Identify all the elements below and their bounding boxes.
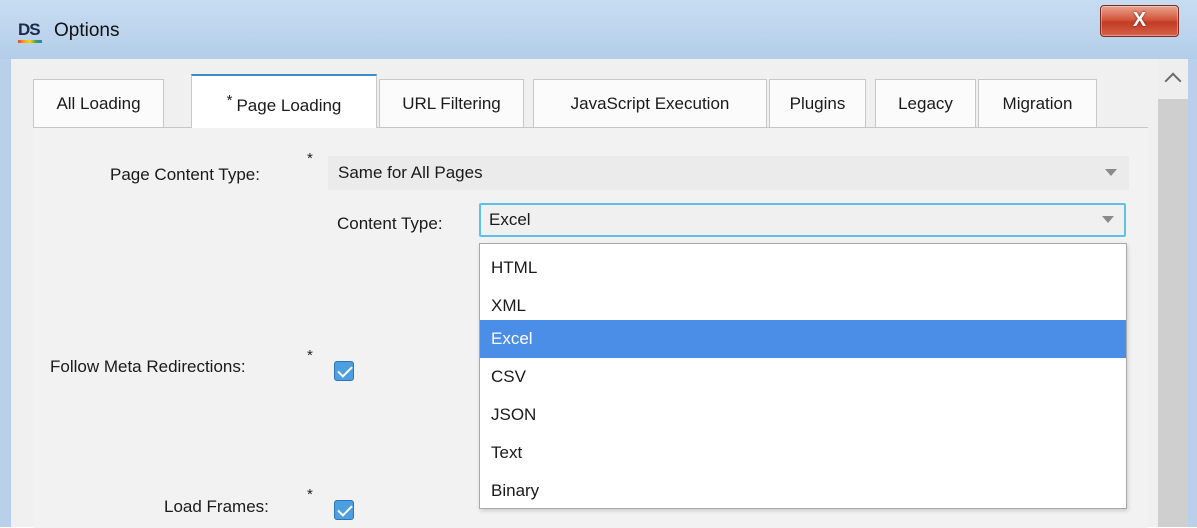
content-type-label: Content Type: bbox=[337, 214, 443, 233]
page-content-type-label: Page Content Type: bbox=[110, 165, 260, 184]
required-marker: * bbox=[307, 347, 313, 364]
close-icon: X bbox=[1132, 9, 1147, 31]
tab-all-loading[interactable]: All Loading bbox=[33, 79, 164, 127]
dropdown-option-excel[interactable]: Excel bbox=[480, 320, 1126, 358]
chevron-up-icon bbox=[1164, 72, 1182, 90]
window-frame-left bbox=[0, 59, 11, 527]
tab-label: Plugins bbox=[789, 94, 846, 113]
page-content-type-select[interactable]: Same for All Pages bbox=[328, 156, 1129, 190]
checkmark-icon bbox=[337, 501, 353, 517]
ds-logo-icon: DS bbox=[18, 21, 44, 43]
required-marker: * bbox=[307, 486, 313, 503]
tab-migration[interactable]: Migration bbox=[978, 79, 1097, 127]
tab-label: Migration bbox=[1002, 94, 1073, 113]
scrollbar-thumb[interactable] bbox=[1158, 99, 1188, 527]
tab-label: Page Loading bbox=[236, 96, 342, 115]
tab-url-filtering[interactable]: URL Filtering bbox=[379, 79, 524, 127]
tab-label: All Loading bbox=[56, 94, 141, 113]
tab-plugins[interactable]: Plugins bbox=[769, 79, 866, 127]
dropdown-option-json[interactable]: JSON bbox=[480, 396, 1126, 434]
dropdown-option-csv[interactable]: CSV bbox=[480, 358, 1126, 396]
logo-text: DS bbox=[18, 20, 41, 39]
tab-label: URL Filtering bbox=[402, 94, 501, 113]
follow-meta-redirections-checkbox[interactable] bbox=[334, 361, 354, 381]
close-button[interactable]: X bbox=[1100, 5, 1179, 37]
tab-legacy[interactable]: Legacy bbox=[875, 79, 976, 127]
vertical-scrollbar[interactable] bbox=[1158, 59, 1188, 527]
checkmark-icon bbox=[337, 362, 353, 378]
tab-page-loading[interactable]: * Page Loading bbox=[191, 74, 377, 128]
window-frame-right bbox=[1188, 59, 1197, 527]
chevron-down-icon bbox=[1102, 216, 1114, 223]
dropdown-option-binary[interactable]: Binary bbox=[480, 472, 1126, 510]
title-bar: DS Options X bbox=[0, 0, 1197, 59]
tab-label: Legacy bbox=[898, 94, 953, 113]
load-frames-label: Load Frames: bbox=[164, 497, 269, 516]
scroll-up-button[interactable] bbox=[1158, 59, 1188, 99]
content-type-dropdown-list: HTML XML Excel CSV JSON Text Binary bbox=[479, 243, 1127, 509]
modified-marker: * bbox=[226, 92, 233, 109]
tab-javascript-execution[interactable]: JavaScript Execution bbox=[533, 79, 767, 127]
content-type-value: Excel bbox=[489, 210, 531, 229]
required-marker: * bbox=[307, 150, 313, 167]
page-content-type-value: Same for All Pages bbox=[338, 163, 483, 182]
dropdown-option-html[interactable]: HTML bbox=[480, 249, 1126, 287]
follow-meta-redirections-label: Follow Meta Redirections: bbox=[50, 357, 246, 376]
dropdown-option-text[interactable]: Text bbox=[480, 434, 1126, 472]
window-title: Options bbox=[54, 20, 120, 41]
tab-label: JavaScript Execution bbox=[570, 94, 730, 113]
chevron-down-icon bbox=[1105, 169, 1117, 176]
load-frames-checkbox[interactable] bbox=[334, 500, 354, 520]
content-type-select[interactable]: Excel bbox=[479, 203, 1126, 237]
logo-color-bar bbox=[18, 40, 42, 43]
